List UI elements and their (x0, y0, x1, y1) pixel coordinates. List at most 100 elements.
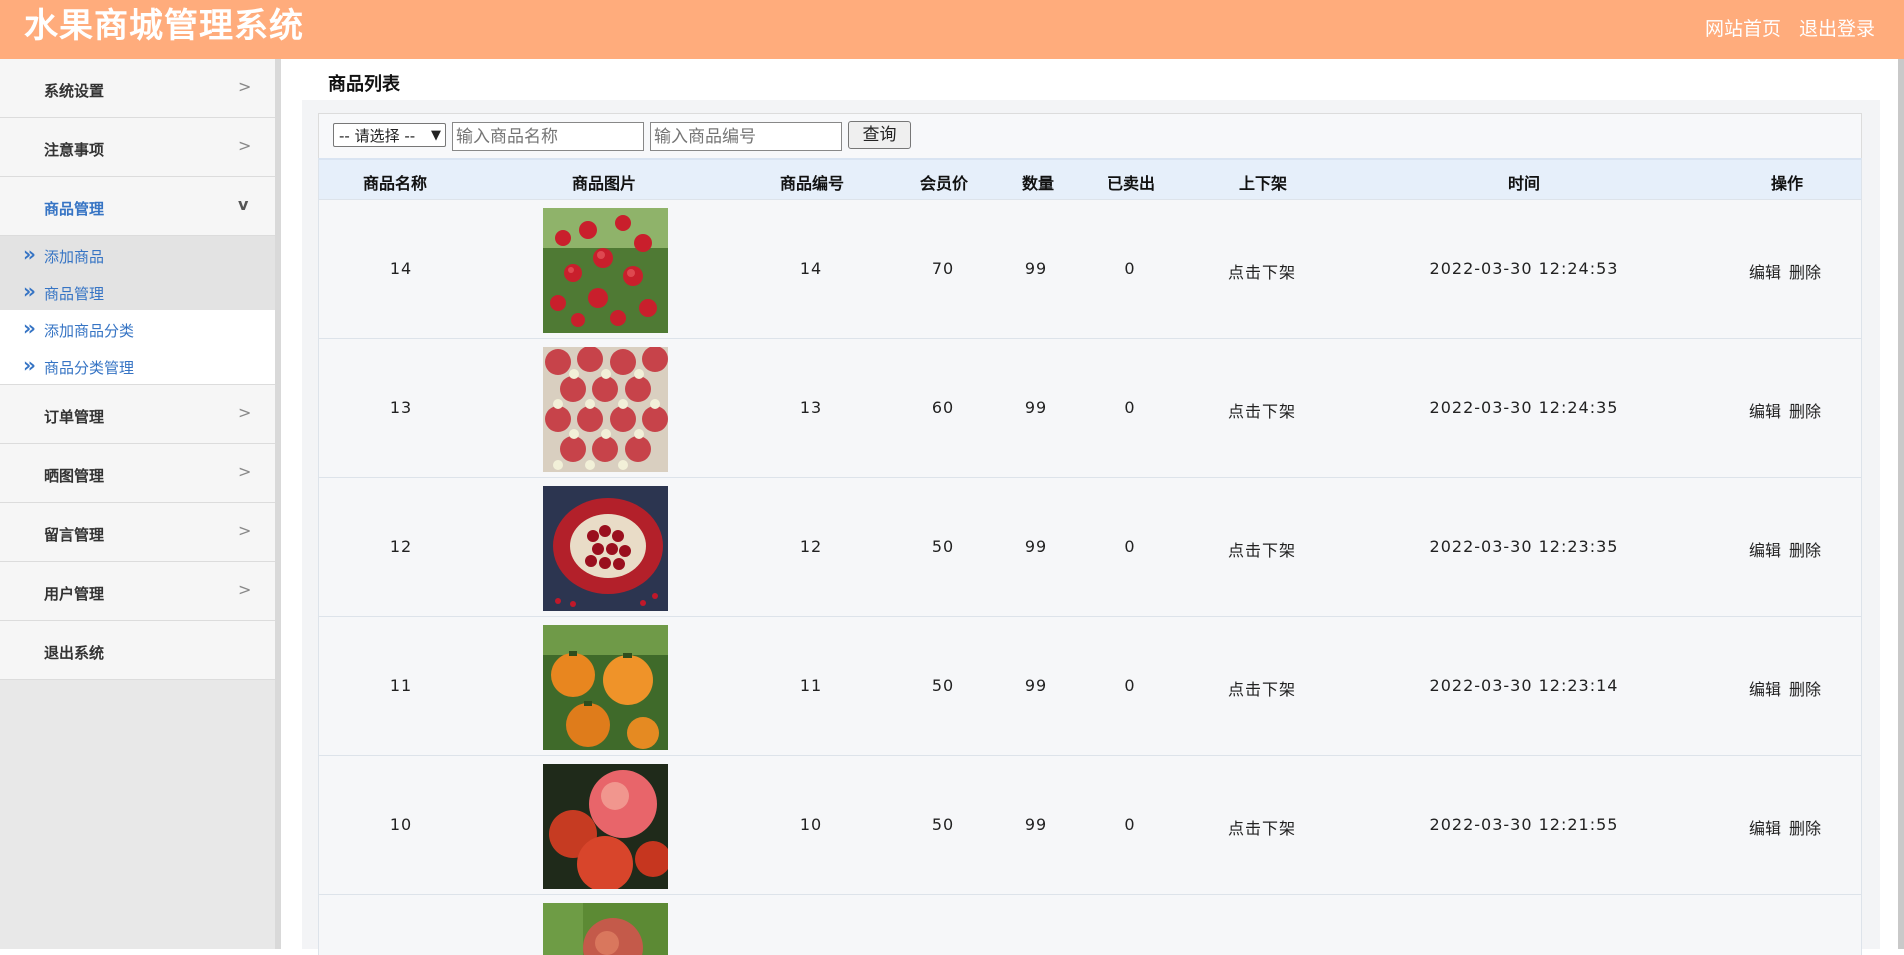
cell-time: 2022-03-30 12:24:53 (1429, 259, 1619, 278)
col-header-time: 时间 (1507, 174, 1541, 193)
cell-sold: 0 (1124, 259, 1136, 278)
category-select[interactable]: -- 请选择 -- ▼ (333, 123, 446, 147)
logout-link[interactable]: 退出登录 (1799, 16, 1875, 42)
cell-qty: 99 (1024, 537, 1048, 556)
table-row: 13 13 60 99 0 点击下架 2022-03-30 12:24:35 编… (318, 339, 1862, 478)
sidebar-item-label: 留言管理 (44, 526, 105, 544)
delete-link[interactable]: 删除 (1789, 676, 1821, 700)
double-chevron-icon: » (23, 353, 36, 377)
delete-link[interactable]: 删除 (1789, 815, 1821, 839)
cell-sold: 0 (1124, 815, 1136, 834)
sidebar-item-notes[interactable]: 注意事项 > (0, 118, 275, 177)
unlist-toggle-link[interactable]: 点击下架 (1228, 537, 1296, 561)
edit-link[interactable]: 编辑 (1749, 815, 1781, 839)
product-image-lychee (543, 208, 668, 333)
sidebar-subitem-add-category[interactable]: » 添加商品分类 (0, 310, 275, 347)
unlist-toggle-link[interactable]: 点击下架 (1228, 259, 1296, 283)
chevron-right-icon: > (238, 580, 252, 599)
cell-qty: 99 (1024, 398, 1048, 417)
col-header-image: 商品图片 (571, 174, 637, 193)
sidebar-item-orders[interactable]: 订单管理 > (0, 385, 275, 444)
top-header: 水果商城管理系统 网站首页 退出登录 (0, 0, 1904, 59)
site-home-link[interactable]: 网站首页 (1705, 16, 1781, 42)
cell-sold: 0 (1124, 398, 1136, 417)
sidebar-item-label: 订单管理 (44, 408, 105, 426)
cell-code: 12 (799, 537, 823, 556)
cell-time: 2022-03-30 12:23:35 (1429, 537, 1619, 556)
goods-code-input[interactable] (650, 122, 842, 151)
product-image-persimmon (543, 625, 668, 750)
cell-qty: 99 (1024, 259, 1048, 278)
sidebar-item-users[interactable]: 用户管理 > (0, 562, 275, 621)
sidebar-subitem-label: 商品管理 (44, 285, 105, 303)
cell-name: 14 (389, 259, 413, 278)
sidebar-item-label: 退出系统 (44, 644, 105, 662)
col-header-name: 商品名称 (362, 174, 428, 193)
col-header-qty: 数量 (1021, 174, 1055, 193)
col-header-sold: 已卖出 (1106, 174, 1156, 193)
cell-sold: 0 (1124, 537, 1136, 556)
unlist-toggle-link[interactable]: 点击下架 (1228, 676, 1296, 700)
col-header-actions: 操作 (1770, 174, 1804, 193)
table-row: 11 11 50 99 0 点击下架 2022-03-30 12:23:14 编… (318, 617, 1862, 756)
goods-name-input[interactable] (452, 122, 644, 151)
chevron-right-icon: > (238, 521, 252, 540)
sidebar-item-photos[interactable]: 晒图管理 > (0, 444, 275, 503)
double-chevron-icon: » (23, 316, 36, 340)
cell-name: 11 (389, 676, 413, 695)
edit-link[interactable]: 编辑 (1749, 676, 1781, 700)
sidebar-item-label: 晒图管理 (44, 467, 105, 485)
cell-code: 11 (799, 676, 823, 695)
col-header-code: 商品编号 (779, 174, 845, 193)
table-header: 商品名称 商品图片 商品编号 会员价 数量 已卖出 上下架 时间 操作 (318, 158, 1862, 200)
product-image-apple (543, 764, 668, 889)
double-chevron-icon: » (23, 279, 36, 303)
category-select-value: -- 请选择 -- (339, 127, 416, 145)
cell-price: 70 (931, 259, 955, 278)
cell-qty: 99 (1024, 815, 1048, 834)
cell-sold: 0 (1124, 676, 1136, 695)
query-button[interactable]: 查询 (848, 121, 911, 149)
table-row: 14 14 70 99 0 点击下架 2022-03-30 12:24:53 编… (318, 200, 1862, 339)
sidebar-item-label: 系统设置 (44, 82, 105, 100)
unlist-toggle-link[interactable]: 点击下架 (1228, 398, 1296, 422)
delete-link[interactable]: 删除 (1789, 537, 1821, 561)
cell-name: 13 (389, 398, 413, 417)
product-image-pomegranate (543, 486, 668, 611)
sidebar-item-system-settings[interactable]: 系统设置 > (0, 59, 275, 118)
chevron-right-icon: > (238, 403, 252, 422)
sidebar-subitem-category-management[interactable]: » 商品分类管理 (0, 347, 275, 385)
chevron-down-icon: v (238, 195, 249, 214)
page-scrollbar[interactable] (1898, 59, 1904, 949)
cell-price: 50 (931, 676, 955, 695)
sidebar-scrollbar[interactable] (275, 59, 281, 949)
edit-link[interactable]: 编辑 (1749, 537, 1781, 561)
sidebar-subitem-goods-management[interactable]: » 商品管理 (0, 273, 275, 310)
sidebar: 系统设置 > 注意事项 > 商品管理 v » 添加商品 » 商品管理 » 添加商… (0, 59, 281, 949)
unlist-toggle-link[interactable]: 点击下架 (1228, 815, 1296, 839)
delete-link[interactable]: 删除 (1789, 398, 1821, 422)
delete-link[interactable]: 删除 (1789, 259, 1821, 283)
sidebar-item-exit-system[interactable]: 退出系统 (0, 621, 275, 680)
double-chevron-icon: » (23, 242, 36, 266)
sidebar-item-label: 商品管理 (44, 200, 105, 218)
cell-name: 10 (389, 815, 413, 834)
sidebar-item-messages[interactable]: 留言管理 > (0, 503, 275, 562)
edit-link[interactable]: 编辑 (1749, 259, 1781, 283)
product-image-rambutan (543, 347, 668, 472)
sidebar-item-label: 注意事项 (44, 141, 105, 159)
sidebar-item-label: 用户管理 (44, 585, 105, 603)
sidebar-subitem-label: 添加商品 (44, 248, 105, 266)
goods-table: 商品名称 商品图片 商品编号 会员价 数量 已卖出 上下架 时间 操作 14 1… (318, 158, 1862, 955)
sidebar-subitem-add-goods[interactable]: » 添加商品 (0, 236, 275, 273)
edit-link[interactable]: 编辑 (1749, 398, 1781, 422)
cell-qty: 99 (1024, 676, 1048, 695)
chevron-right-icon: > (238, 77, 252, 96)
sidebar-item-goods-management[interactable]: 商品管理 v (0, 177, 275, 236)
page-title: 商品列表 (328, 74, 400, 95)
product-image-pear (543, 903, 668, 955)
cell-code: 10 (799, 815, 823, 834)
app-title: 水果商城管理系统 (24, 6, 304, 46)
chevron-right-icon: > (238, 462, 252, 481)
table-row: 10 10 50 99 0 点击下架 2022-03-30 12:21:55 编… (318, 756, 1862, 895)
